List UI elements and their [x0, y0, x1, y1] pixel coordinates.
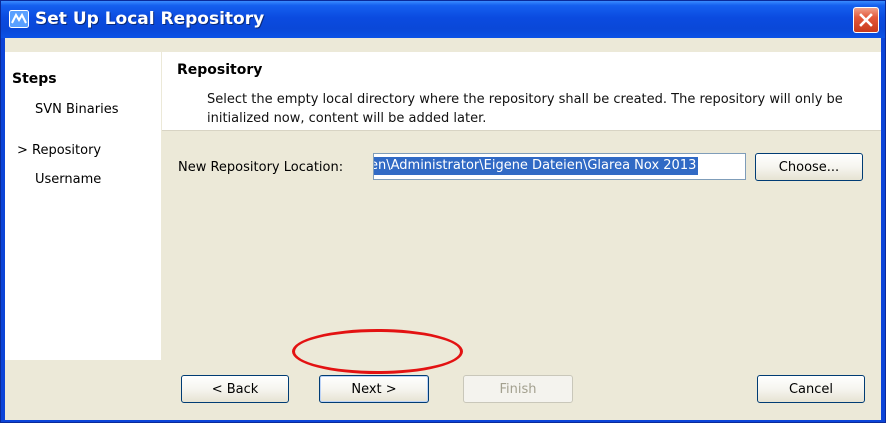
current-step-marker: > — [17, 143, 28, 158]
step-description: Select the empty local directory where t… — [207, 92, 843, 126]
step-item-svn-binaries: SVN Binaries — [35, 102, 119, 117]
steps-panel: Steps SVN Binaries > Repository Username — [5, 52, 161, 360]
repository-location-input[interactable]: en\Administrator\Eigene Dateien\Glarea N… — [373, 153, 746, 180]
step-header: Repository Select the empty local direct… — [162, 52, 881, 131]
steps-title: Steps — [12, 71, 57, 87]
app-logo-icon — [9, 10, 29, 28]
step-item-repository: Repository — [32, 143, 102, 158]
step-item-username: Username — [35, 172, 102, 187]
cancel-button[interactable]: Cancel — [757, 375, 865, 403]
repository-location-label: New Repository Location: — [178, 160, 344, 175]
finish-button: Finish — [463, 375, 573, 403]
step-title: Repository — [177, 62, 263, 78]
window-title: Set Up Local Repository — [35, 9, 265, 29]
highlight-annotation — [292, 329, 463, 374]
choose-button[interactable]: Choose... — [755, 153, 863, 181]
close-icon — [859, 13, 873, 27]
title-bar[interactable]: Set Up Local Repository — [1, 1, 885, 38]
close-button[interactable] — [853, 7, 879, 33]
back-button[interactable]: < Back — [181, 375, 289, 403]
repository-location-value: en\Administrator\Eigene Dateien\Glarea N… — [374, 157, 699, 175]
next-button[interactable]: Next > — [319, 375, 429, 403]
dialog-window: Set Up Local Repository Steps SVN Binari… — [0, 0, 886, 423]
